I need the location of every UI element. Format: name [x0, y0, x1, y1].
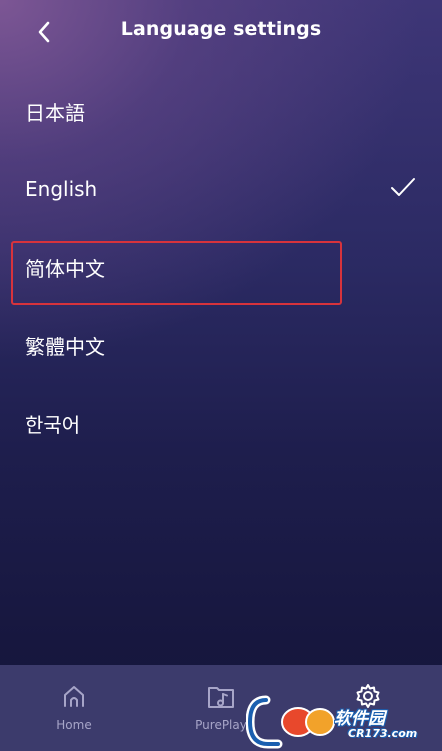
- watermark-text: 软件园: [334, 709, 385, 729]
- watermark-subtext: CR173.com: [348, 727, 418, 740]
- watermark-logo: 软件园 CR173.com: [246, 694, 442, 751]
- nav-label: Home: [56, 718, 92, 732]
- language-label: 한국어: [25, 412, 81, 437]
- language-item-japanese[interactable]: 日本語: [0, 72, 442, 150]
- highlight-annotation-box: [11, 241, 342, 305]
- page-title: Language settings: [120, 18, 322, 40]
- music-folder-icon: [208, 687, 234, 708]
- language-label: 日本語: [25, 100, 85, 125]
- watermark-logo-mark: [246, 695, 335, 749]
- language-item-korean[interactable]: 한국어: [0, 384, 442, 462]
- language-item-traditional-chinese[interactable]: 繁體中文: [0, 306, 442, 384]
- language-label: 繁體中文: [25, 334, 105, 359]
- header: Language settings: [0, 0, 442, 66]
- language-item-english[interactable]: English: [0, 150, 442, 228]
- home-icon: [64, 686, 84, 707]
- nav-item-home[interactable]: Home: [14, 665, 134, 751]
- language-label: English: [25, 177, 98, 201]
- check-icon: [391, 178, 415, 196]
- language-settings-screen: Language settings 日本語 English 简体中文 繁體中文 …: [0, 0, 442, 751]
